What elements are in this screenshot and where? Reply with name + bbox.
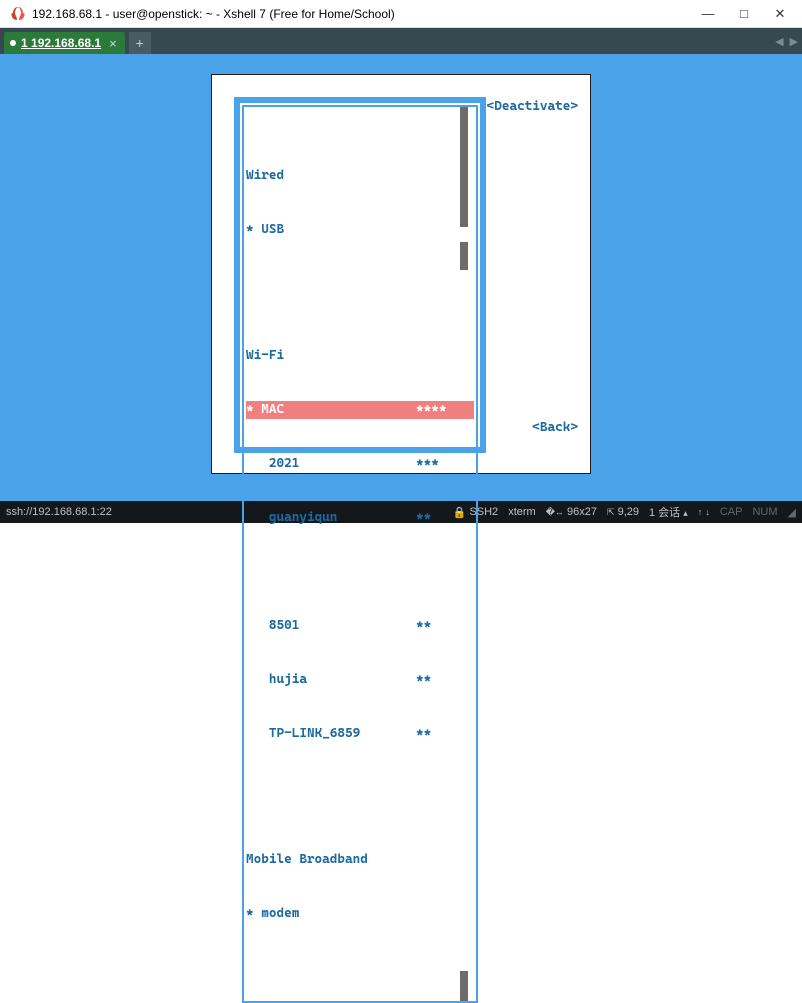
list-item[interactable]: 2021*** [246,455,474,473]
deactivate-button[interactable]: <Deactivate> [487,99,578,114]
list-item[interactable]: * modem [246,905,474,923]
blank-row [246,779,474,797]
app-icon [10,6,26,22]
section-heading-mobile: Mobile Broadband [246,851,474,869]
blank-row [246,563,474,581]
status-cap: CAP [720,506,743,518]
terminal-area: <Deactivate> <Back> Wired * USB Wi-Fi * … [0,54,802,501]
window-title: 192.168.68.1 - user@openstick: ~ - Xshel… [32,7,690,21]
minimize-button[interactable]: — [690,2,726,26]
status-sessions[interactable]: 1 会话 ▴ [649,504,688,520]
terminal-panel: <Deactivate> <Back> Wired * USB Wi-Fi * … [211,74,591,474]
status-updown-icon[interactable]: ↑ ↓ [698,506,710,518]
list-item[interactable]: * MAC**** [246,401,474,419]
new-tab-button[interactable]: + [129,32,151,54]
status-dot-icon [10,40,16,46]
list-item[interactable]: guanyiqun** [246,509,474,527]
window-titlebar: 192.168.68.1 - user@openstick: ~ - Xshel… [0,0,802,28]
connection-list-frame: Wired * USB Wi-Fi * MAC**** 2021*** guan… [234,97,486,453]
tab-scroll-right-icon[interactable]: ▶ [790,35,798,48]
list-item[interactable]: hujia** [246,671,474,689]
back-button[interactable]: <Back> [532,420,578,435]
tab-scroll-left-icon[interactable]: ◀ [775,35,783,48]
maximize-button[interactable]: □ [726,2,762,26]
close-button[interactable]: ✕ [762,2,798,26]
status-size: �⁠↔ 96x27 [546,506,597,518]
session-tab[interactable]: 1 192.168.68.1 × [4,32,125,54]
status-num: NUM [752,506,777,518]
tab-index: 1 [21,36,28,50]
list-item[interactable]: TP-LINK_6859** [246,725,474,743]
blank-row [246,275,474,293]
list-item[interactable]: * USB [246,221,474,239]
section-heading-wired: Wired [246,167,474,185]
status-cursor: ⇱ 9,29 [607,506,639,518]
connection-list: Wired * USB Wi-Fi * MAC**** 2021*** guan… [242,105,478,1003]
status-resize-grip-icon[interactable]: ◢ [788,506,796,519]
status-term: xterm [508,506,536,518]
section-heading-wifi: Wi-Fi [246,347,474,365]
tab-close-icon[interactable]: × [109,36,117,51]
tab-label: 192.168.68.1 [31,36,101,50]
tab-bar: 1 192.168.68.1 × + ◀ ▶ [0,28,802,54]
list-item[interactable]: 8501** [246,617,474,635]
list-scrollbar[interactable] [460,107,468,1001]
